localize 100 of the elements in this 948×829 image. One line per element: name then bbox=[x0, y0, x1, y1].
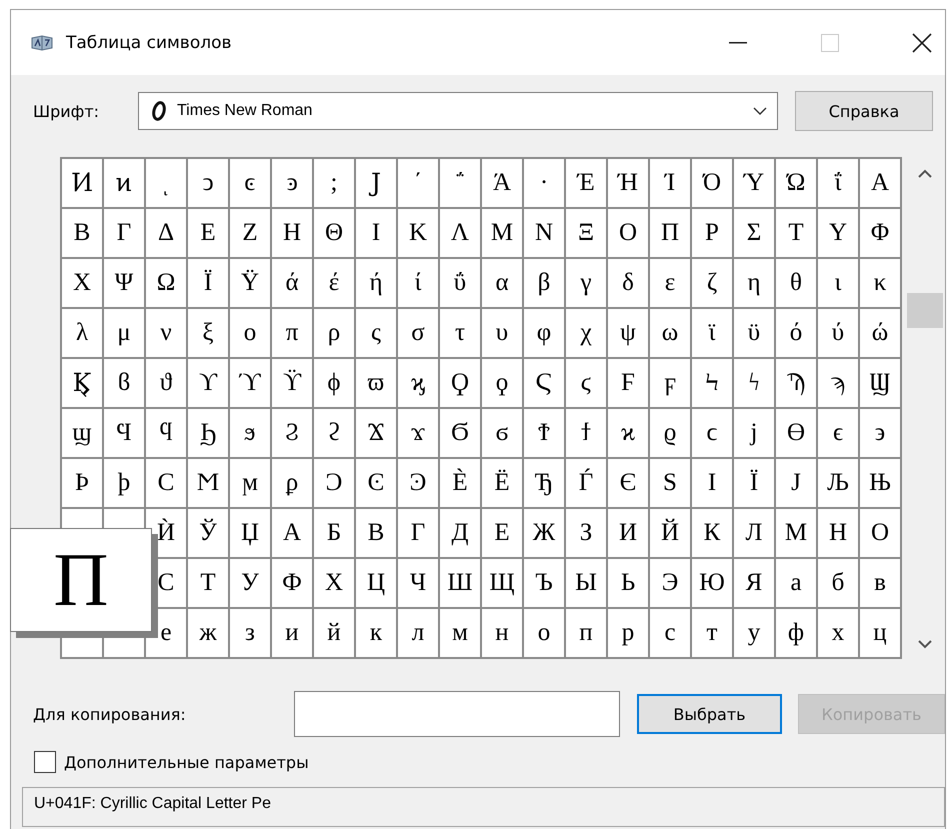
advanced-options-label[interactable]: Дополнительные параметры bbox=[64, 752, 309, 772]
character-cell[interactable]: ϫ bbox=[398, 409, 438, 457]
character-cell[interactable]: ͷ bbox=[104, 159, 144, 207]
character-cell[interactable]: М bbox=[776, 509, 816, 557]
character-cell[interactable]: Ϻ bbox=[188, 459, 228, 507]
character-cell[interactable]: Λ bbox=[440, 209, 480, 257]
character-cell[interactable]: ξ bbox=[188, 309, 228, 357]
character-cell[interactable]: ϳ bbox=[734, 409, 774, 457]
character-cell[interactable]: Ϡ bbox=[776, 359, 816, 407]
character-cell[interactable]: Ͻ bbox=[314, 459, 354, 507]
character-cell[interactable]: Ю bbox=[692, 559, 732, 607]
character-cell[interactable]: ρ bbox=[314, 309, 354, 357]
copy-field[interactable] bbox=[294, 691, 620, 737]
character-cell[interactable]: ϱ bbox=[650, 409, 690, 457]
character-cell[interactable]: Ψ bbox=[104, 259, 144, 307]
character-cell[interactable]: Έ bbox=[566, 159, 606, 207]
character-cell[interactable]: Ζ bbox=[230, 209, 270, 257]
character-cell[interactable]: Г bbox=[398, 509, 438, 557]
character-cell[interactable]: γ bbox=[566, 259, 606, 307]
character-cell[interactable]: ΅ bbox=[440, 159, 480, 207]
character-cell[interactable]: η bbox=[734, 259, 774, 307]
character-cell[interactable]: δ bbox=[608, 259, 648, 307]
character-cell[interactable]: ϙ bbox=[482, 359, 522, 407]
character-cell[interactable]: ϴ bbox=[776, 409, 816, 457]
character-cell[interactable]: ά bbox=[272, 259, 312, 307]
character-cell[interactable]: Ц bbox=[356, 559, 396, 607]
character-cell[interactable]: ͻ bbox=[188, 159, 228, 207]
character-cell[interactable]: σ bbox=[398, 309, 438, 357]
character-cell[interactable]: и bbox=[272, 609, 312, 657]
character-cell[interactable]: з bbox=[230, 609, 270, 657]
character-cell[interactable]: φ bbox=[524, 309, 564, 357]
character-cell[interactable]: Є bbox=[608, 459, 648, 507]
character-cell[interactable]: ͼ bbox=[230, 159, 270, 207]
character-cell[interactable]: α bbox=[482, 259, 522, 307]
character-cell[interactable]: А bbox=[272, 509, 312, 557]
character-cell[interactable]: й bbox=[314, 609, 354, 657]
character-cell[interactable]: ϩ bbox=[314, 409, 354, 457]
character-cell[interactable]: Щ bbox=[482, 559, 522, 607]
character-cell[interactable]: χ bbox=[566, 309, 606, 357]
character-cell[interactable]: л bbox=[398, 609, 438, 657]
character-cell[interactable]: Ο bbox=[608, 209, 648, 257]
character-cell[interactable]: Ϸ bbox=[62, 459, 102, 507]
character-cell[interactable]: Κ bbox=[398, 209, 438, 257]
character-cell[interactable]: κ bbox=[860, 259, 900, 307]
character-cell[interactable]: Ό bbox=[692, 159, 732, 207]
character-cell[interactable]: Й bbox=[650, 509, 690, 557]
character-cell[interactable]: ω bbox=[650, 309, 690, 357]
character-cell[interactable]: ϼ bbox=[272, 459, 312, 507]
character-cell[interactable]: Х bbox=[314, 559, 354, 607]
character-cell[interactable]: Υ bbox=[818, 209, 858, 257]
character-cell[interactable]: Њ bbox=[860, 459, 900, 507]
character-cell[interactable]: Ј bbox=[776, 459, 816, 507]
character-cell[interactable]: Ϲ bbox=[146, 459, 186, 507]
character-cell[interactable]: Ώ bbox=[776, 159, 816, 207]
character-cell[interactable]: с bbox=[650, 609, 690, 657]
character-cell[interactable]: ς bbox=[356, 309, 396, 357]
character-cell[interactable]: к bbox=[356, 609, 396, 657]
character-cell[interactable]: Τ bbox=[776, 209, 816, 257]
character-cell[interactable]: Ή bbox=[608, 159, 648, 207]
character-cell[interactable]: Ξ bbox=[566, 209, 606, 257]
character-cell[interactable]: Ϣ bbox=[860, 359, 900, 407]
character-cell[interactable]: В bbox=[356, 509, 396, 557]
character-cell[interactable]: ͽ bbox=[272, 159, 312, 207]
character-cell[interactable]: ϋ bbox=[734, 309, 774, 357]
character-cell[interactable]: Ы bbox=[566, 559, 606, 607]
character-cell[interactable]: υ bbox=[482, 309, 522, 357]
character-cell[interactable]: ϗ bbox=[398, 359, 438, 407]
character-cell[interactable]: м bbox=[440, 609, 480, 657]
character-cell[interactable]: Д bbox=[440, 509, 480, 557]
character-cell[interactable]: ϯ bbox=[566, 409, 606, 457]
character-cell[interactable]: ϰ bbox=[608, 409, 648, 457]
character-cell[interactable]: в bbox=[860, 559, 900, 607]
character-cell[interactable]: ώ bbox=[860, 309, 900, 357]
character-cell[interactable]: Ь bbox=[608, 559, 648, 607]
character-cell[interactable]: ζ bbox=[692, 259, 732, 307]
character-cell[interactable]: Ϊ bbox=[188, 259, 228, 307]
character-cell[interactable]: Џ bbox=[230, 509, 270, 557]
character-cell[interactable]: ϣ bbox=[62, 409, 102, 457]
character-cell[interactable]: Ѕ bbox=[650, 459, 690, 507]
character-cell[interactable]: Γ bbox=[104, 209, 144, 257]
character-cell[interactable]: λ bbox=[62, 309, 102, 357]
character-cell[interactable]: ϝ bbox=[650, 359, 690, 407]
character-cell[interactable]: Δ bbox=[146, 209, 186, 257]
character-cell[interactable]: ϊ bbox=[692, 309, 732, 357]
character-cell[interactable]: · bbox=[524, 159, 564, 207]
character-cell[interactable]: н bbox=[482, 609, 522, 657]
character-cell[interactable]: Ϛ bbox=[524, 359, 564, 407]
character-cell[interactable]: Ϋ bbox=[230, 259, 270, 307]
character-cell[interactable]: ϟ bbox=[734, 359, 774, 407]
character-cell[interactable]: Μ bbox=[482, 209, 522, 257]
scroll-up-icon[interactable] bbox=[918, 169, 932, 178]
character-cell[interactable]: Ϧ bbox=[188, 409, 228, 457]
character-cell[interactable]: Ͷ bbox=[62, 159, 102, 207]
character-cell[interactable]: Π bbox=[650, 209, 690, 257]
character-cell[interactable]: ύ bbox=[818, 309, 858, 357]
character-cell[interactable]: Ά bbox=[482, 159, 522, 207]
character-cell[interactable]: Ё bbox=[482, 459, 522, 507]
character-cell[interactable]: Ϭ bbox=[440, 409, 480, 457]
character-cell[interactable]: ν bbox=[146, 309, 186, 357]
character-cell[interactable]: Ϩ bbox=[272, 409, 312, 457]
